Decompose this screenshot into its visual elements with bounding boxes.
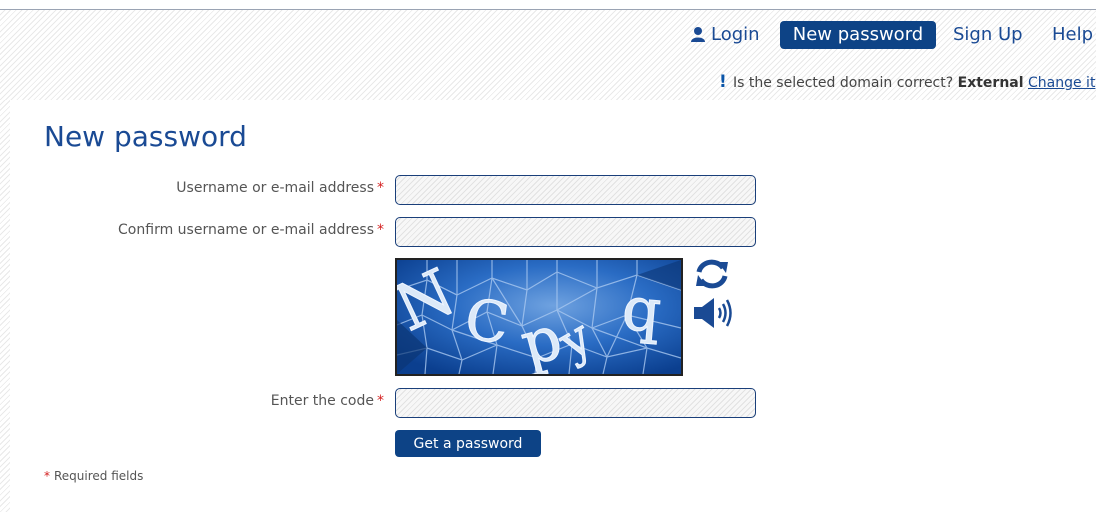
- left-decorative-strip: [0, 100, 10, 512]
- captcha-code-input[interactable]: [395, 388, 756, 418]
- code-label-text: Enter the code: [270, 393, 374, 409]
- user-icon: [691, 27, 705, 42]
- required-asterisk: *: [44, 469, 50, 483]
- nav-help-link[interactable]: Help: [1052, 21, 1093, 49]
- svg-text:q: q: [619, 274, 663, 347]
- required-fields-note: * Required fields: [44, 469, 143, 483]
- domain-question: Is the selected domain correct?: [733, 75, 954, 91]
- nav-login-link[interactable]: Login: [690, 21, 760, 49]
- confirm-username-label-text: Confirm username or e-mail address: [118, 222, 374, 238]
- exclamation-icon: !: [719, 72, 727, 92]
- confirm-username-input[interactable]: [395, 217, 756, 247]
- change-domain-link[interactable]: Change it: [1028, 75, 1095, 91]
- refresh-icon[interactable]: [692, 258, 732, 290]
- required-asterisk: *: [377, 180, 384, 196]
- required-asterisk: *: [377, 222, 384, 238]
- captcha-image: N C p y q: [395, 258, 683, 376]
- code-label: Enter the code *: [271, 393, 384, 409]
- get-password-button[interactable]: Get a password: [395, 430, 541, 457]
- required-fields-text: Required fields: [54, 469, 144, 483]
- svg-text:C: C: [461, 287, 512, 357]
- username-label: Username or e-mail address *: [176, 180, 384, 196]
- nav-signup-link[interactable]: Sign Up: [953, 21, 1023, 49]
- username-input[interactable]: [395, 175, 756, 205]
- nav-new-password-tab[interactable]: New password: [780, 21, 936, 49]
- nav-login-label: Login: [711, 24, 760, 45]
- page-title: New password: [44, 120, 247, 153]
- confirm-username-label: Confirm username or e-mail address *: [118, 222, 384, 238]
- required-asterisk: *: [377, 393, 384, 409]
- speaker-audio-icon[interactable]: [692, 296, 734, 330]
- username-label-text: Username or e-mail address: [176, 180, 374, 196]
- domain-notice: ! Is the selected domain correct? Externa…: [719, 72, 1095, 92]
- domain-name: External: [957, 75, 1024, 91]
- top-nav: Login New password Sign Up Help: [0, 21, 1096, 51]
